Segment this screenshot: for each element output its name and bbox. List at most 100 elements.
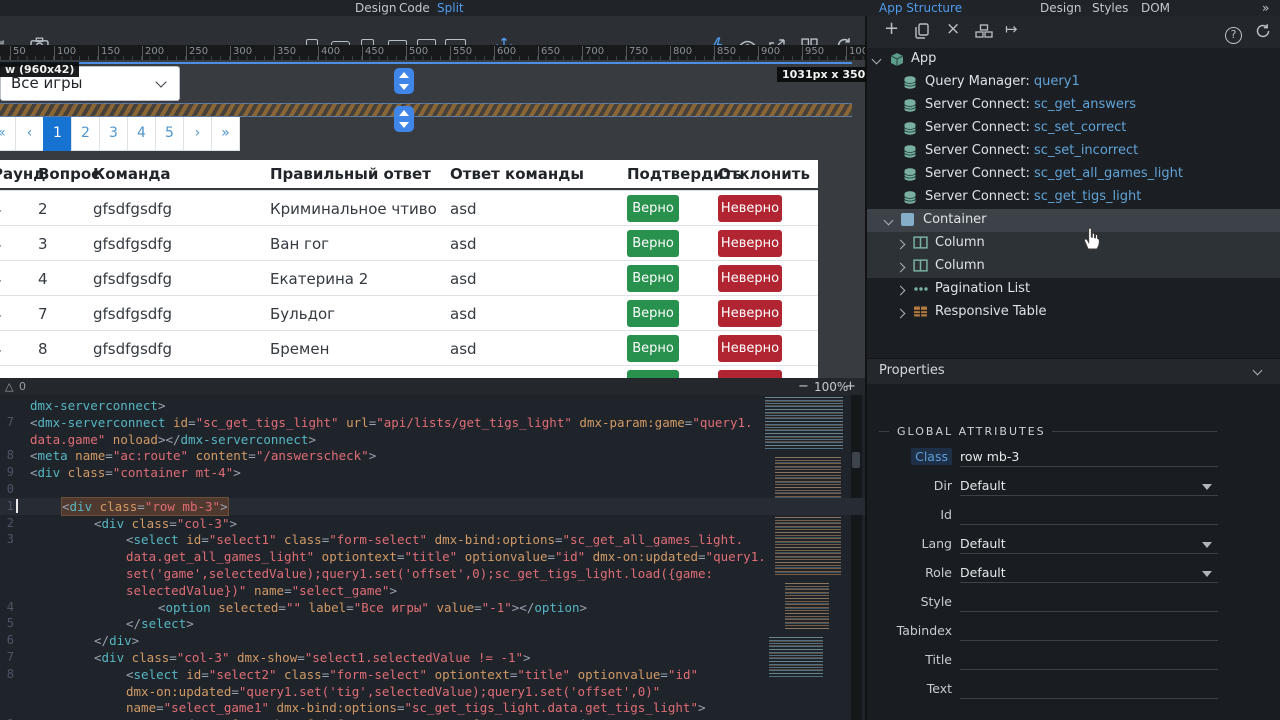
delete-icon[interactable]: × [946,19,960,39]
tree-item-pagination-list[interactable]: Pagination List [867,278,1280,301]
tab-design[interactable]: Design [355,1,396,15]
chevron-right-icon[interactable] [895,239,906,250]
code-editor[interactable]: dmx-serverconnect> 7 <dmx-serverconnect id… [0,395,866,720]
tree-item-sc-get-tigs-light[interactable]: Server Connect: sc_get_tigs_light [867,186,1280,209]
approve-button[interactable]: Верно [627,230,679,257]
pagination-item[interactable]: » [211,114,240,151]
reject-button[interactable]: Неверно [718,335,782,362]
property-input[interactable] [960,594,1218,612]
pagination-item[interactable]: 4 [127,114,156,151]
ruler-tick: 950 [802,46,824,60]
ruler-tick: 700 [582,46,604,60]
chevron-down-icon[interactable] [883,215,894,226]
add-icon[interactable]: + [884,18,899,39]
chevron-down-icon[interactable] [871,54,882,65]
database-icon [903,144,917,163]
container-icon [901,213,914,230]
copy-icon[interactable] [915,23,929,39]
approve-button[interactable]: Верно [627,300,679,327]
element-handle-button[interactable] [394,106,414,132]
tree-item-label: Pagination List [935,281,1031,296]
approve-button[interactable]: Верно [627,195,679,222]
property-select[interactable]: Default [960,478,1218,496]
property-input[interactable]: row mb-3 [960,449,1218,467]
ruler-tick: 150 [98,46,120,60]
table-cell: gfsdfgsdfg [93,269,173,288]
tree-item-label: Server Connect: sc_get_answers [925,97,1137,112]
tree-item-sc-get-answers[interactable]: Server Connect: sc_get_answers [867,94,1280,117]
components-icon[interactable] [975,24,993,38]
selection-top-edge [0,62,852,64]
chevron-right-icon[interactable] [895,285,906,296]
property-label: Dir [933,478,952,493]
tree-item-column[interactable]: Column [867,255,1280,278]
tree-item-label: Responsive Table [935,304,1047,319]
tab-split[interactable]: Split [437,1,464,15]
answers-table: РаундВопросКомандаПравильный ответОтвет … [0,160,818,378]
code-line: 5 </select> [6,616,194,632]
property-input[interactable] [960,652,1218,670]
app-structure-panel: + × ↦ ? App Query Manager: query1 Server C… [867,16,1280,720]
chevron-right-icon[interactable] [895,262,906,273]
ruler-tick: 900 [758,46,780,60]
approve-button[interactable]: Верно [627,265,679,292]
element-size-tooltip: w (960x42) [0,62,80,77]
tab-panel-design[interactable]: Design [1040,1,1081,15]
reject-button[interactable]: Неверно [718,265,782,292]
zoom-in-button[interactable]: + [845,379,856,394]
pagination-item[interactable]: ‹ [15,114,44,151]
property-select[interactable]: Default [960,565,1218,583]
zoom-out-button[interactable]: − [798,379,809,394]
chevron-down-icon [1252,365,1263,376]
dropdown-caret-icon [1202,542,1212,548]
property-input[interactable] [960,507,1218,525]
approve-button[interactable] [627,370,679,378]
property-label: Id [940,507,952,522]
property-input[interactable] [960,623,1218,641]
pagination-item[interactable]: « [0,114,16,151]
reject-button[interactable]: Неверно [718,195,782,222]
reject-button[interactable]: Неверно [718,230,782,257]
design-canvas[interactable]: Все игры w (960x42) 1031px x 350px «‹123… [0,60,866,378]
code-line: 2 <div class="col-3"> [6,515,238,531]
table-cell: gfsdfgsdfg [93,339,173,358]
ruler-tick: 200 [142,46,164,60]
code-line: 7 <dmx-serverconnect id="sc_get_tigs_ligh… [6,414,753,430]
properties-header[interactable]: Properties [867,358,1280,386]
tab-dom[interactable]: DOM [1141,1,1170,15]
property-input[interactable] [960,681,1218,699]
column-icon [913,259,928,276]
tree-item-sc-set-correct[interactable]: Server Connect: sc_set_correct [867,117,1280,140]
warning-triangle-icon: △ [5,380,14,393]
pagination-item[interactable]: 1 [43,114,72,151]
split-view-divider[interactable]: △ 0 − 100% + [0,378,866,395]
refresh-icon[interactable] [1255,23,1271,39]
tree-item-label: Query Manager: query1 [925,74,1080,89]
reject-button[interactable] [718,370,782,378]
pagination-item[interactable]: 2 [71,114,100,151]
help-icon[interactable]: ? [1225,23,1242,44]
approve-button[interactable]: Верно [627,335,679,362]
reject-button[interactable]: Неверно [718,300,782,327]
tab-code[interactable]: Code [399,1,430,15]
property-select[interactable]: Default [960,536,1218,554]
element-handle-button[interactable] [394,68,414,94]
tree-item-container[interactable]: Container [867,209,1280,232]
panel-more-icon[interactable]: » [1262,1,1269,15]
tree-item-app[interactable]: App [867,48,1280,71]
tree-item-responsive-table[interactable]: Responsive Table [867,301,1280,324]
table-row [0,365,818,378]
tree-item-query1[interactable]: Query Manager: query1 [867,71,1280,94]
pagination-item[interactable]: 5 [155,114,184,151]
pagination-item[interactable]: 3 [99,114,128,151]
tree-item-column[interactable]: Column [867,232,1280,255]
export-icon[interactable]: ↦ [1005,20,1018,38]
pagination-item[interactable]: › [183,114,212,151]
table-cell: Криминальное чтиво [270,199,437,218]
tree-item-sc-set-incorrect[interactable]: Server Connect: sc_set_incorrect [867,140,1280,163]
tab-styles[interactable]: Styles [1092,1,1128,15]
properties-panel: GLOBAL ATTRIBUTES DYNAMIC ATTRIBUTES + C… [867,384,1280,720]
tab-app-structure[interactable]: App Structure [879,1,962,15]
chevron-right-icon[interactable] [895,308,906,319]
tree-item-sc-get-all-games-light[interactable]: Server Connect: sc_get_all_games_light [867,163,1280,186]
